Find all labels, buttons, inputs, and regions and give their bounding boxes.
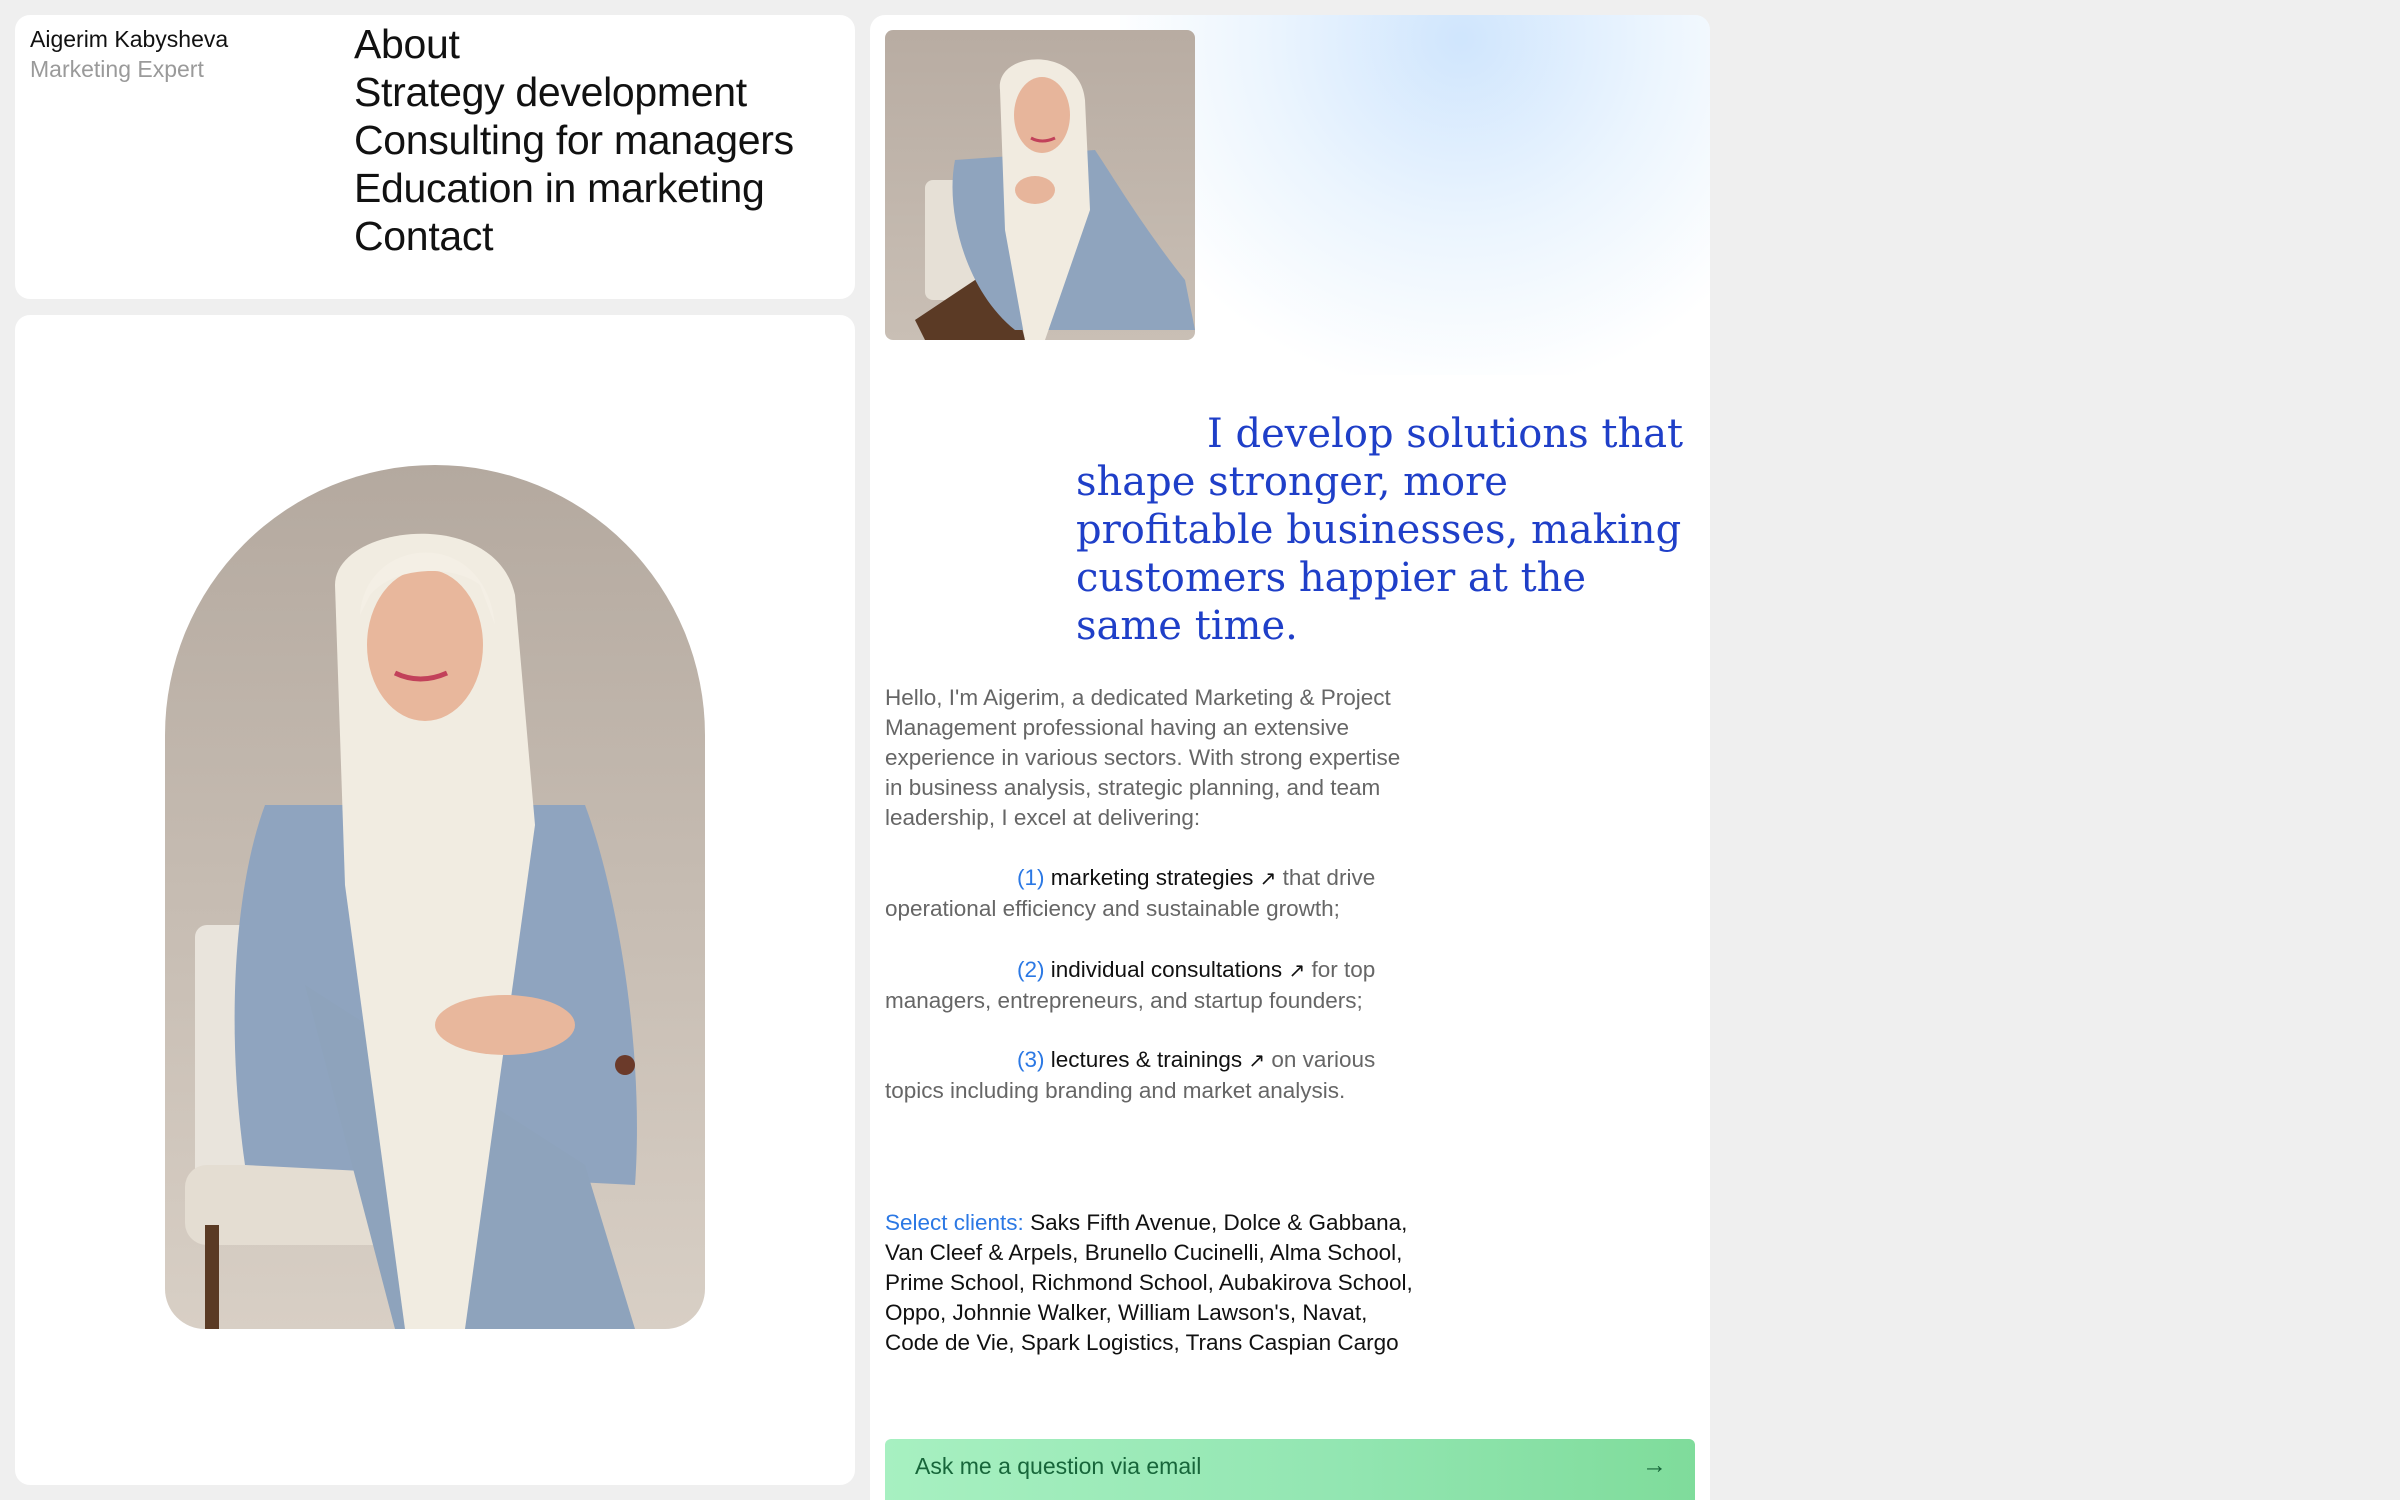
nav-item-strategy-development[interactable]: Strategy development	[354, 68, 794, 116]
headline: I develop solutions that shape stronger,…	[1076, 411, 1684, 649]
clients-label: Select clients:	[885, 1210, 1024, 1235]
service-link-lectures-trainings[interactable]: lectures & trainings ↗	[1051, 1047, 1265, 1072]
email-cta-label: Ask me a question via email	[915, 1453, 1202, 1479]
intro-text: Hello, I'm Aigerim, a dedicated Marketin…	[885, 685, 1401, 830]
service-link-marketing-strategies[interactable]: marketing strategies ↗	[1051, 865, 1277, 890]
service-number: (3)	[1017, 1047, 1045, 1072]
portrait-card	[15, 315, 855, 1485]
sky-gradient	[1120, 15, 1710, 375]
service-item: (2) individual consultations ↗ for top m…	[885, 955, 1415, 1016]
service-link-label: individual consultations	[1050, 957, 1283, 982]
portrait-photo	[165, 465, 705, 1329]
nav-item-education-in-marketing[interactable]: Education in marketing	[354, 164, 794, 212]
service-number: (1)	[1017, 865, 1045, 890]
service-number: (2)	[1017, 957, 1045, 982]
service-link-label: lectures & trainings	[1050, 1047, 1243, 1072]
arrow-right-icon: →	[1642, 1451, 1667, 1479]
service-link-individual-consultations[interactable]: individual consultations ↗	[1051, 957, 1305, 982]
thumbnail-photo	[885, 30, 1195, 340]
clients-list: Select clients: Saks Fifth Avenue, Dolce…	[885, 1208, 1415, 1358]
main-nav: About Strategy development Consulting fo…	[354, 20, 794, 260]
brand-role: Marketing Expert	[30, 56, 204, 82]
brand-name[interactable]: Aigerim Kabysheva	[30, 26, 228, 53]
external-link-icon: ↗	[1248, 1050, 1266, 1072]
service-item: (1) marketing strategies ↗ that drive op…	[885, 863, 1415, 924]
content-card: I develop solutions that shape stronger,…	[870, 15, 1710, 1500]
service-item: (3) lectures & trainings ↗ on various to…	[885, 1045, 1415, 1106]
email-cta-button[interactable]: Ask me a question via email →	[885, 1439, 1695, 1500]
external-link-icon: ↗	[1259, 868, 1277, 890]
service-link-label: marketing strategies	[1050, 865, 1254, 890]
nav-item-about[interactable]: About	[354, 20, 794, 68]
header-card: Aigerim Kabysheva Marketing Expert About…	[15, 15, 855, 299]
nav-item-consulting-for-managers[interactable]: Consulting for managers	[354, 116, 794, 164]
nav-item-contact[interactable]: Contact	[354, 212, 794, 260]
external-link-icon: ↗	[1288, 960, 1306, 982]
